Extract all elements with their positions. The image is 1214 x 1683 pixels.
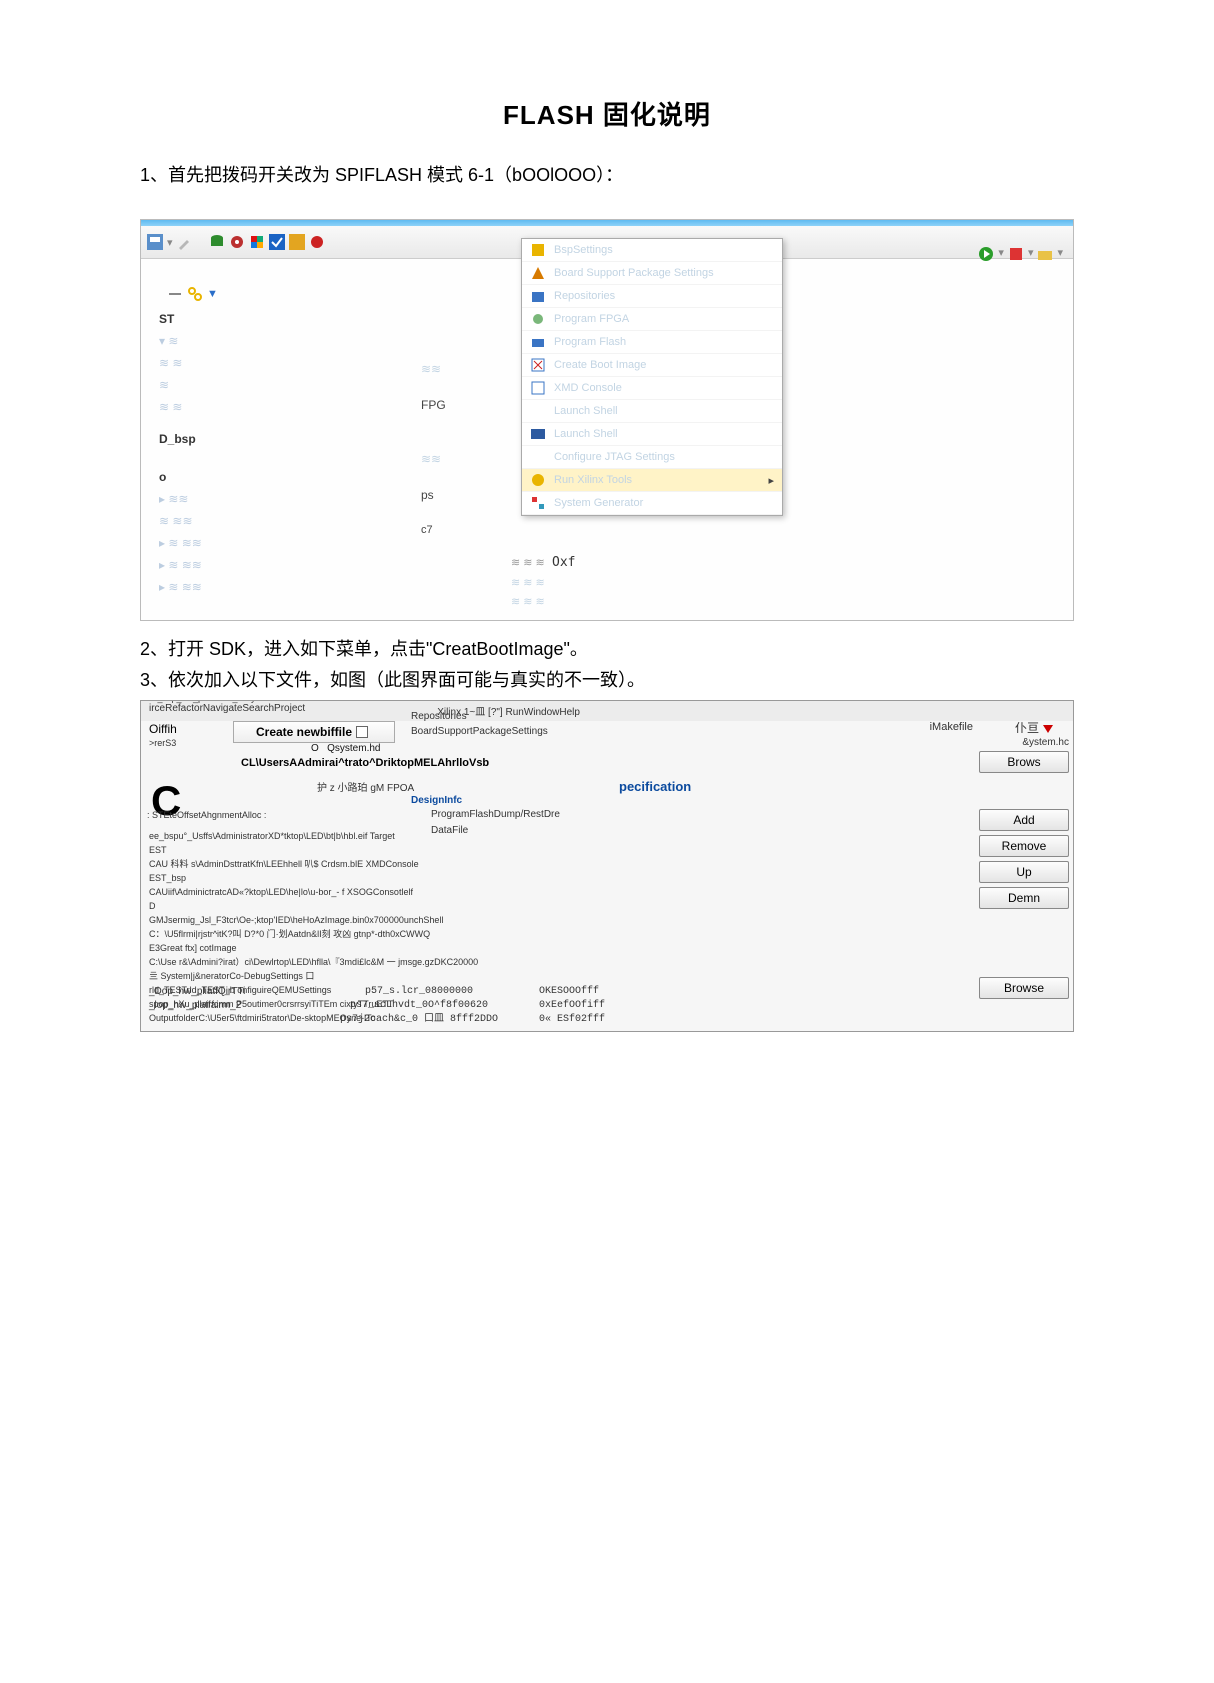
- menu-item[interactable]: BspSettings: [522, 239, 782, 262]
- menu-item[interactable]: Configure JTAG Settings: [522, 446, 782, 469]
- dropdown-icon: ▾: [167, 236, 173, 249]
- tree-o[interactable]: o: [149, 466, 339, 488]
- hdr-faint-1: em_tDp_hw_pl3tFcnn_4/EyEtem.hcF-JCiinifS…: [145, 700, 340, 703]
- menu-item[interactable]: Board Support Package Settings: [522, 262, 782, 285]
- mid-column: Repositories BoardSupportPackageSettings…: [411, 709, 651, 808]
- puzzle-icon: [249, 234, 265, 250]
- step-1: 1、首先把拨码开关改为 SPIFLASH 模式 6-1（bOOlOOO）：: [140, 162, 1074, 189]
- up-button[interactable]: Up: [979, 861, 1069, 883]
- small-path: 护 z 小路珀 gM FPOA: [317, 779, 414, 794]
- tree-blur-2: ≋ ≋: [149, 352, 339, 374]
- add-button[interactable]: Add: [979, 809, 1069, 831]
- tree-blur-3: ≋: [149, 374, 339, 396]
- menu-item[interactable]: Launch Shell: [522, 423, 782, 446]
- tree-dbsp[interactable]: D_bsp: [149, 428, 339, 450]
- run-icon: [978, 246, 994, 262]
- menu-item[interactable]: XMD Console: [522, 377, 782, 400]
- page-title: FLASH 固化说明: [140, 95, 1074, 132]
- tree-blur-6: ≋ ≋≋: [149, 510, 339, 532]
- step-2: 2、打开 SDK，进入如下菜单，点击"CreatBootImage"。: [140, 636, 1074, 663]
- link-icon: [187, 286, 203, 302]
- folder-icon: [1037, 246, 1053, 262]
- topright-labels: iMakefile: [930, 721, 973, 733]
- disk-icon: [147, 234, 163, 250]
- wrench-icon: [177, 234, 193, 250]
- rers3-label: >rerS3: [145, 737, 229, 749]
- menu-item[interactable]: System Generator: [522, 492, 782, 515]
- check-icon: [269, 234, 285, 250]
- tree-blur-7: ▸ ≋ ≋≋: [149, 532, 339, 554]
- menu-item[interactable]: Create Boot Image: [522, 354, 782, 377]
- project-tree: ▼ ST ▾ ≋ ≋ ≋ ≋ ≋ ≋ D_bsp o ▸ ≋≋ ≋ ≋≋ ▸ ≋…: [149, 280, 339, 598]
- gear-icon: [229, 234, 245, 250]
- tree-blur-4: ≋ ≋: [149, 396, 339, 418]
- step-3: 3、依次加入以下文件，如图（此图界面可能与真实的不一致）。: [140, 667, 1074, 694]
- demn-button[interactable]: Demn: [979, 887, 1069, 909]
- browse-button[interactable]: Browse: [979, 977, 1069, 999]
- editor-gutter: ≋≋ FPG ≋≋ ps c7: [421, 340, 521, 558]
- screenshot-2: em_tDp_hw_pl3tFcnn_4/EyEtem.hcF-JCiinifS…: [140, 700, 1074, 1032]
- address-table: _Dop_hw_pliatfQirTTip57_s.lcr_08000000OK…: [149, 985, 973, 1027]
- remove-button[interactable]: Remove: [979, 835, 1069, 857]
- editor-text: ≋ ≋ ≋ Oxf ≋ ≋ ≋ ≋ ≋ ≋: [511, 554, 575, 608]
- menubar-left: irceRefactorNavigateSearchProject: [149, 703, 305, 719]
- tree-blur-1: ▾ ≋: [149, 330, 339, 352]
- st-offset-label: : STEteOffsetAhgnmentAlloc :: [147, 810, 266, 820]
- db-icon: [209, 234, 225, 250]
- pfdr: ProgramFlashDump/RestDre: [431, 809, 560, 820]
- tool-icon: [1008, 246, 1024, 262]
- tree-blur-8: ▸ ≋ ≋≋: [149, 554, 339, 576]
- checkbox-icon[interactable]: [356, 726, 368, 738]
- menu-item-highlighted[interactable]: Run Xilinx Tools▸: [522, 469, 782, 492]
- tree-st[interactable]: ST: [149, 308, 339, 330]
- tree-blur-5: ▸ ≋≋: [149, 488, 339, 510]
- screenshot-1: ▾ ▾: [140, 219, 1074, 621]
- xilinx-tools-menu: BspSettings Board Support Package Settin…: [521, 238, 783, 516]
- toolbar-right: ▾ ▾ ▾: [978, 246, 1063, 262]
- menu-item[interactable]: Launch Shell: [522, 400, 782, 423]
- left-panel: Oiffih >rerS3: [145, 721, 229, 749]
- collapse-icon: [167, 286, 183, 302]
- tree-blur-9: ▸ ≋ ≋≋: [149, 576, 339, 598]
- menu-item[interactable]: Repositories: [522, 285, 782, 308]
- x-icon: [289, 234, 305, 250]
- menu-item[interactable]: Program Flash: [522, 331, 782, 354]
- dot-icon: [309, 234, 325, 250]
- create-bif-button[interactable]: Create newbiffile: [233, 721, 395, 743]
- oiffih-label: Oiffih: [145, 721, 229, 737]
- menu-item[interactable]: Program FPGA: [522, 308, 782, 331]
- brows-button[interactable]: Brows: [979, 751, 1069, 773]
